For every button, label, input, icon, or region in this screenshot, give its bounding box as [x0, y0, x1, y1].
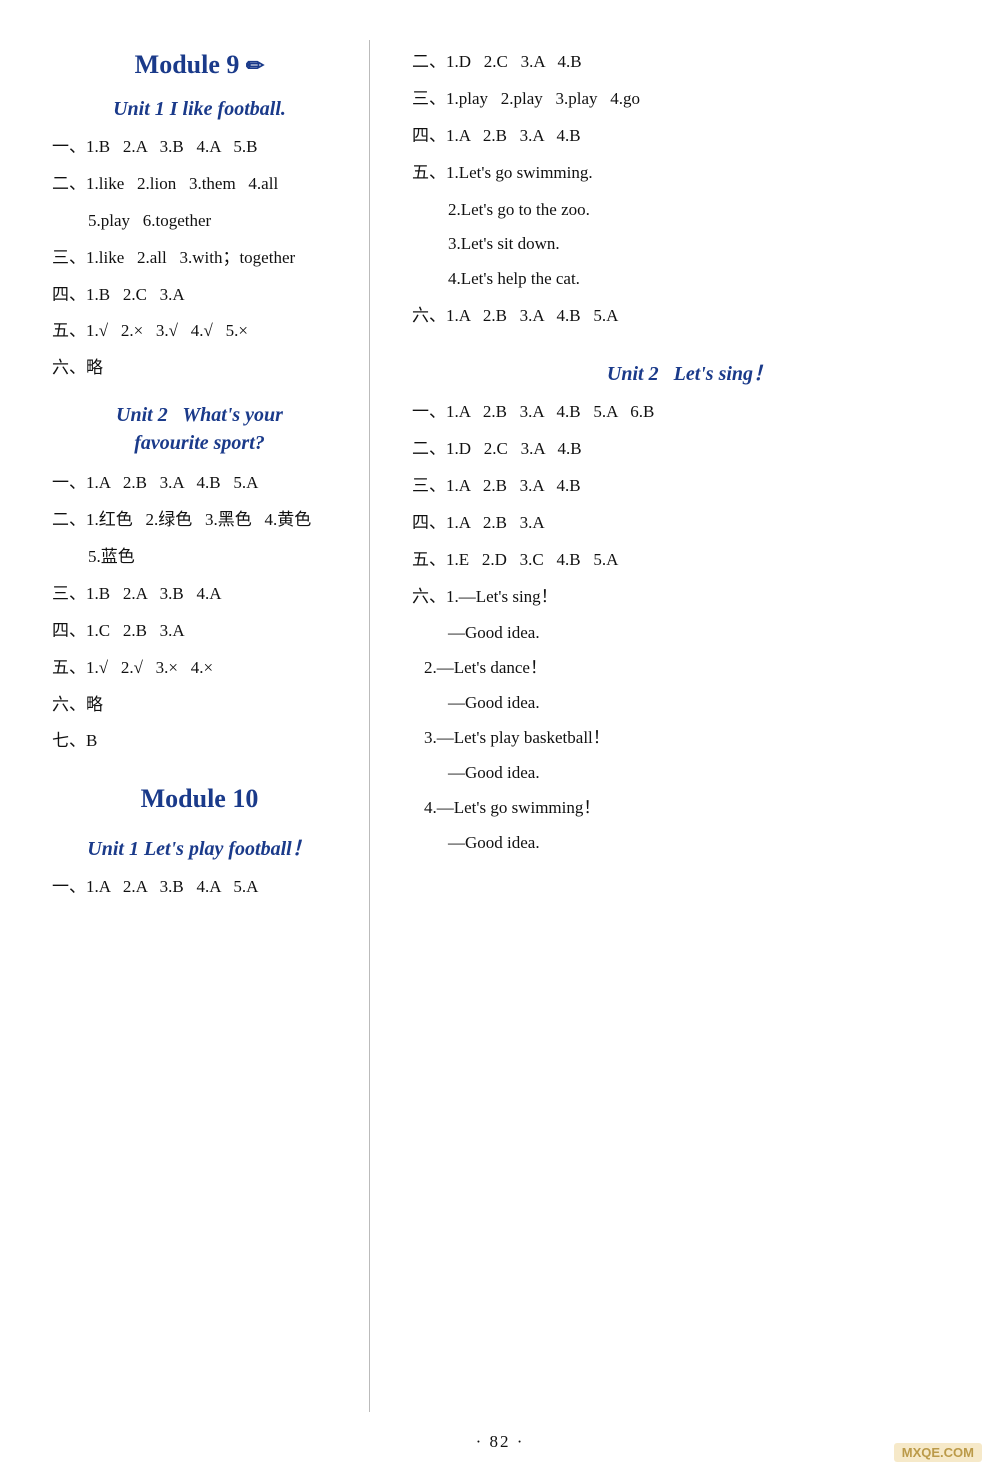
- answer-line: 六、1.A 2.B 3.A 4.B 5.A: [410, 302, 970, 331]
- answer-indent: 5.play 6.together: [50, 207, 349, 236]
- page-number: · 82 ·: [476, 1432, 525, 1452]
- answer-line: 六、略: [50, 691, 349, 720]
- answer-indent: —Good idea.: [410, 619, 970, 648]
- answer-line: 五、1.Let's go swimming.: [410, 159, 970, 188]
- module10-title-text: Module 10: [141, 784, 259, 813]
- answer-indent: 2.—Let's dance！: [410, 654, 970, 683]
- answer-indent: 3.Let's sit down.: [410, 230, 970, 259]
- watermark: MXQE.COM: [894, 1443, 982, 1462]
- right-column: 二、1.D 2.C 3.A 4.B 三、1.play 2.play 3.play…: [370, 40, 1000, 1412]
- answer-indent: 2.Let's go to the zoo.: [410, 196, 970, 225]
- unit2-title-line1: Unit 2 What's your: [50, 401, 349, 429]
- module10-title: Module 10: [50, 784, 349, 814]
- answer-line: 五、1.E 2.D 3.C 4.B 5.A: [410, 546, 970, 575]
- answer-line: 四、1.B 2.C 3.A: [50, 281, 349, 310]
- pencil-icon: ✏: [246, 53, 264, 79]
- module9-title: Module 9 ✏: [50, 50, 349, 80]
- answer-line: 三、1.A 2.B 3.A 4.B: [410, 472, 970, 501]
- module10-unit1-title: Unit 1 Let's play football！: [50, 832, 349, 861]
- answer-line: 五、1.√ 2.√ 3.× 4.×: [50, 654, 349, 683]
- answer-indent: —Good idea.: [410, 689, 970, 718]
- answer-line: 四、1.C 2.B 3.A: [50, 617, 349, 646]
- unit2-title: Unit 2 What's your favourite sport?: [50, 401, 349, 457]
- answer-line: 二、1.D 2.C 3.A 4.B: [410, 435, 970, 464]
- answer-line: 四、1.A 2.B 3.A 4.B: [410, 122, 970, 151]
- answer-line: 一、1.A 2.B 3.A 4.B 5.A 6.B: [410, 398, 970, 427]
- unit2-title-line2: favourite sport?: [50, 429, 349, 457]
- unit1-title: Unit 1 I like football.: [50, 98, 349, 121]
- answer-line: 一、1.A 2.A 3.B 4.A 5.A: [50, 873, 349, 902]
- answer-line: 三、1.play 2.play 3.play 4.go: [410, 85, 970, 114]
- answer-indent: 4.Let's help the cat.: [410, 265, 970, 294]
- answer-line: 七、B: [50, 727, 349, 756]
- left-column: Module 9 ✏ Unit 1 I like football. 一、1.B…: [0, 40, 370, 1412]
- module9-title-text: Module 9: [135, 50, 240, 79]
- answer-indent: —Good idea.: [410, 759, 970, 788]
- answer-indent: 3.—Let's play basketball！: [410, 724, 970, 753]
- answer-line: 四、1.A 2.B 3.A: [410, 509, 970, 538]
- unit2-lets-sing-title: Unit 2 Let's sing！: [410, 357, 970, 386]
- answer-line: 二、1.红色 2.绿色 3.黑色 4.黄色: [50, 506, 349, 535]
- answer-indent: 4.—Let's go swimming！: [410, 794, 970, 823]
- answer-line: 五、1.√ 2.× 3.√ 4.√ 5.×: [50, 317, 349, 346]
- answer-line: 六、1.—Let's sing！: [410, 583, 970, 612]
- answer-line: 二、1.D 2.C 3.A 4.B: [410, 48, 970, 77]
- answer-line: 一、1.A 2.B 3.A 4.B 5.A: [50, 469, 349, 498]
- answer-line: 二、1.like 2.lion 3.them 4.all: [50, 170, 349, 199]
- answer-indent: —Good idea.: [410, 829, 970, 858]
- answer-line: 六、略: [50, 354, 349, 383]
- answer-indent: 5.蓝色: [50, 543, 349, 572]
- answer-line: 三、1.like 2.all 3.with；together: [50, 244, 349, 273]
- answer-line: 一、1.B 2.A 3.B 4.A 5.B: [50, 133, 349, 162]
- answer-line: 三、1.B 2.A 3.B 4.A: [50, 580, 349, 609]
